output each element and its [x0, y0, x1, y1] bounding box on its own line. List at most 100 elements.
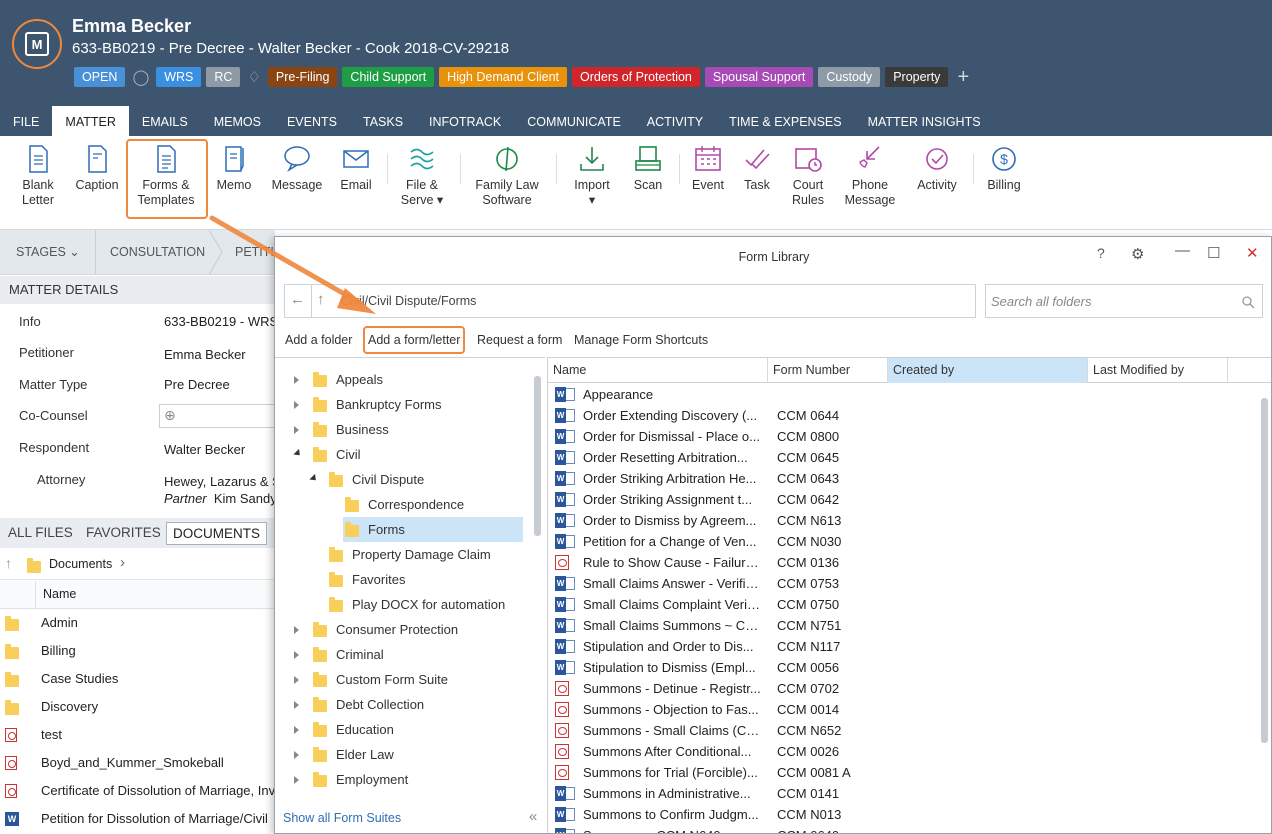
file-row[interactable]: Admin: [0, 609, 275, 637]
tree-item[interactable]: Debt Collection: [313, 692, 521, 717]
tag-open[interactable]: OPEN: [74, 67, 126, 87]
menu-events[interactable]: EVENTS: [274, 106, 350, 136]
breadcrumb-documents[interactable]: Documents: [49, 557, 112, 571]
collapsed-triangle-icon[interactable]: [294, 676, 299, 684]
menu-tasks[interactable]: TASKS: [350, 106, 416, 136]
blank-letter-button[interactable]: Blank Letter: [18, 144, 58, 208]
form-row[interactable]: W Summons in Administrative... CCM 0141: [548, 783, 1248, 804]
tag-child-support[interactable]: Child Support: [342, 67, 435, 87]
expanded-triangle-icon[interactable]: [293, 448, 303, 459]
tree-item[interactable]: Consumer Protection: [313, 617, 521, 642]
tree-item[interactable]: Bankruptcy Forms: [313, 392, 521, 417]
matter-logo[interactable]: M: [12, 19, 62, 69]
activity-button[interactable]: Activity: [914, 144, 960, 193]
tree-item[interactable]: Education: [313, 717, 521, 742]
tree-item[interactable]: Elder Law: [313, 742, 521, 767]
show-all-form-suites-link[interactable]: Show all Form Suites: [283, 811, 401, 825]
form-row[interactable]: W Small Claims Summons ~ CC... CCM N751: [548, 615, 1248, 636]
form-row[interactable]: W Appearance: [548, 384, 1248, 405]
collapsed-triangle-icon[interactable]: [294, 426, 299, 434]
menu-time-expenses[interactable]: TIME & EXPENSES: [716, 106, 855, 136]
form-row[interactable]: Summons - Objection to Fas... CCM 0014: [548, 699, 1248, 720]
collapsed-triangle-icon[interactable]: [294, 651, 299, 659]
detail-value-matter-type[interactable]: Pre Decree: [164, 377, 230, 392]
stage-petition[interactable]: PETITI: [235, 230, 274, 275]
form-row[interactable]: Rule to Show Cause - Failure... CCM 0136: [548, 552, 1248, 573]
add-folder-button[interactable]: Add a folder: [285, 333, 352, 347]
event-button[interactable]: Event: [690, 144, 726, 193]
back-arrow-icon[interactable]: ←: [290, 291, 305, 308]
tree-item[interactable]: Play DOCX for automation: [329, 592, 521, 617]
form-row[interactable]: W Petition for a Change of Ven... CCM N030: [548, 531, 1248, 552]
email-button[interactable]: Email: [337, 144, 375, 193]
expanded-triangle-icon[interactable]: [309, 473, 319, 484]
add-tag-icon[interactable]: +: [957, 67, 969, 87]
menu-file[interactable]: FILE: [0, 106, 52, 136]
stages-dropdown[interactable]: STAGES ⌄: [16, 230, 80, 275]
tag-rc[interactable]: RC: [206, 67, 241, 87]
collapsed-triangle-icon[interactable]: [294, 726, 299, 734]
tag-custody[interactable]: Custody: [818, 67, 881, 87]
path-text[interactable]: Civil/Civil Dispute/Forms: [341, 294, 476, 308]
tag-spousal-support[interactable]: Spousal Support: [704, 67, 814, 87]
collapsed-triangle-icon[interactable]: [294, 701, 299, 709]
tree-item[interactable]: Property Damage Claim: [329, 542, 521, 567]
form-row[interactable]: W Summons to Confirm Judgm... CCM N013: [548, 804, 1248, 825]
file-row[interactable]: test: [0, 721, 275, 749]
gear-icon[interactable]: ⚙: [1131, 245, 1144, 263]
column-created-by[interactable]: Created by: [888, 358, 1088, 383]
tree-item[interactable]: Appeals: [313, 367, 521, 392]
collapsed-triangle-icon[interactable]: [294, 626, 299, 634]
phone-message-button[interactable]: Phone Message: [844, 144, 896, 208]
request-form-button[interactable]: Request a form: [477, 333, 562, 347]
tab-favorites[interactable]: FAVORITES: [86, 518, 161, 548]
column-name[interactable]: Name: [548, 358, 768, 383]
tree-item[interactable]: Civil: [313, 442, 521, 467]
tag-high-demand-client[interactable]: High Demand Client: [439, 67, 568, 87]
memo-button[interactable]: Memo: [214, 144, 254, 193]
form-row[interactable]: W Stipulation to Dismiss (Empl... CCM 0056: [548, 657, 1248, 678]
tab-all-files[interactable]: ALL FILES: [8, 518, 73, 548]
form-row[interactable]: Summons After Conditional... CCM 0026: [548, 741, 1248, 762]
tag-wrs[interactable]: WRS: [156, 67, 202, 87]
manage-form-shortcuts-button[interactable]: Manage Form Shortcuts: [574, 333, 708, 347]
collapsed-triangle-icon[interactable]: [294, 376, 299, 384]
minimize-icon[interactable]: —: [1175, 242, 1190, 259]
family-law-software-button[interactable]: Family Law Software: [474, 144, 540, 208]
form-row[interactable]: W Order for Dismissal - Place o... CCM 080…: [548, 426, 1248, 447]
form-row[interactable]: Summons - Detinue - Registr... CCM 0702: [548, 678, 1248, 699]
tree-item[interactable]: Employment: [313, 767, 521, 792]
column-form-number[interactable]: Form Number: [768, 358, 888, 383]
tree-item[interactable]: Custom Form Suite: [313, 667, 521, 692]
form-row[interactable]: W Order Striking Arbitration He... CCM 064…: [548, 468, 1248, 489]
tab-documents[interactable]: DOCUMENTS: [166, 522, 267, 545]
form-row[interactable]: W Small Claims Complaint Verif... CCM 0750: [548, 594, 1248, 615]
detail-value-petitioner[interactable]: Emma Becker: [164, 347, 246, 362]
menu-memos[interactable]: MEMOS: [201, 106, 274, 136]
tag-property[interactable]: Property: [885, 67, 949, 87]
tree-item[interactable]: Favorites: [329, 567, 521, 592]
form-row[interactable]: W Stipulation and Order to Dis... CCM N117: [548, 636, 1248, 657]
scan-button[interactable]: Scan: [630, 144, 666, 193]
court-rules-button[interactable]: Court Rules: [786, 144, 830, 208]
form-row[interactable]: Summons for Trial (Forcible)... CCM 0081 …: [548, 762, 1248, 783]
file-row[interactable]: Certificate of Dissolution of Marriage, …: [0, 777, 275, 805]
chevron-right-icon[interactable]: ›: [120, 554, 125, 571]
file-row[interactable]: Billing: [0, 637, 275, 665]
billing-button[interactable]: $ Billing: [984, 144, 1024, 193]
tree-item[interactable]: Correspondence: [345, 492, 521, 517]
collapsed-triangle-icon[interactable]: [294, 776, 299, 784]
task-button[interactable]: Task: [740, 144, 774, 193]
file-row[interactable]: Case Studies: [0, 665, 275, 693]
menu-infotrack[interactable]: INFOTRACK: [416, 106, 514, 136]
collapse-pane-icon[interactable]: «: [529, 808, 537, 825]
menu-activity[interactable]: ACTIVITY: [634, 106, 716, 136]
up-arrow-icon[interactable]: ↑: [317, 291, 325, 308]
tree-item[interactable]: Criminal: [313, 642, 521, 667]
tree-item[interactable]: Business: [313, 417, 521, 442]
menu-communicate[interactable]: COMMUNICATE: [514, 106, 634, 136]
form-row[interactable]: W Order Striking Assignment t... CCM 0642: [548, 489, 1248, 510]
file-row[interactable]: Discovery: [0, 693, 275, 721]
form-list-scrollbar[interactable]: [1261, 398, 1268, 743]
co-counsel-field[interactable]: ⊕: [159, 404, 275, 428]
